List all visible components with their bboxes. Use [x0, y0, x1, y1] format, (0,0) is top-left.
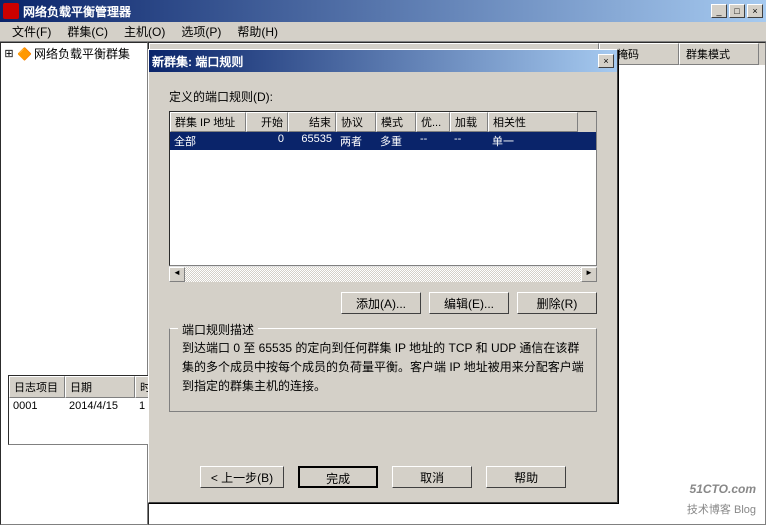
tree-expand-icon[interactable]: ⊞	[3, 47, 15, 60]
back-button[interactable]: < 上一步(B)	[200, 466, 284, 488]
rules-grid: 群集 IP 地址 开始 结束 协议 模式 优... 加载 相关性 全部 0 65…	[169, 111, 597, 266]
remove-button[interactable]: 删除(R)	[517, 292, 597, 314]
gc-load: --	[450, 132, 488, 150]
grid-scrollbar[interactable]: ◄ ►	[169, 266, 597, 282]
gh-start[interactable]: 开始	[246, 112, 288, 132]
gc-mode: 多重	[376, 132, 416, 150]
rules-label: 定义的端口规则(D):	[169, 88, 597, 105]
scroll-right-icon[interactable]: ►	[581, 267, 597, 282]
cancel-button[interactable]: 取消	[392, 466, 472, 488]
gh-priority[interactable]: 优...	[416, 112, 450, 132]
log-cell-date: 2014/4/15	[65, 398, 135, 414]
menu-cluster[interactable]: 群集(C)	[59, 21, 116, 42]
gc-affinity: 单一	[488, 132, 578, 150]
main-titlebar: 网络负载平衡管理器 _ □ ×	[0, 0, 766, 22]
close-button[interactable]: ×	[747, 4, 763, 18]
window-title: 网络负载平衡管理器	[23, 3, 711, 20]
log-col-id[interactable]: 日志项目	[9, 376, 65, 398]
menubar: 文件(F) 群集(C) 主机(O) 选项(P) 帮助(H)	[0, 22, 766, 42]
gc-end: 65535	[288, 132, 336, 150]
watermark-tag: 技术博客 Blog	[687, 504, 756, 516]
description-groupbox: 端口规则描述 到达端口 0 至 65535 的定向到任何群集 IP 地址的 TC…	[169, 328, 597, 412]
menu-host[interactable]: 主机(O)	[116, 21, 173, 42]
maximize-button[interactable]: □	[729, 4, 745, 18]
log-panel: 日志项目 日期 时 0001 2014/4/15 1	[8, 375, 156, 445]
edit-button[interactable]: 编辑(E)...	[429, 292, 509, 314]
col-cluster-mode[interactable]: 群集模式	[679, 43, 759, 65]
port-rules-dialog: 新群集: 端口规则 × 定义的端口规则(D): 群集 IP 地址 开始 结束 协…	[148, 49, 618, 503]
watermark: 51CTO.com 技术博客 Blog	[687, 477, 756, 517]
gh-affinity[interactable]: 相关性	[488, 112, 578, 132]
tree-root-label: 网络负载平衡群集	[34, 45, 130, 62]
groupbox-title: 端口规则描述	[178, 321, 258, 338]
gh-cluster-ip[interactable]: 群集 IP 地址	[170, 112, 246, 132]
watermark-site: 51CTO.com	[690, 482, 756, 496]
rule-row-selected[interactable]: 全部 0 65535 两者 多重 -- -- 单一	[170, 132, 596, 150]
window-buttons: _ □ ×	[711, 4, 763, 18]
gh-protocol[interactable]: 协议	[336, 112, 376, 132]
dialog-title: 新群集: 端口规则	[152, 53, 598, 70]
log-col-date[interactable]: 日期	[65, 376, 135, 398]
gh-mode[interactable]: 模式	[376, 112, 416, 132]
rule-description: 到达端口 0 至 65535 的定向到任何群集 IP 地址的 TCP 和 UDP…	[182, 339, 584, 397]
gh-load[interactable]: 加载	[450, 112, 488, 132]
gc-ip: 全部	[170, 132, 246, 150]
gc-priority: --	[416, 132, 450, 150]
gc-start: 0	[246, 132, 288, 150]
menu-help[interactable]: 帮助(H)	[229, 21, 286, 42]
minimize-button[interactable]: _	[711, 4, 727, 18]
tree-root[interactable]: ⊞ 🔶 网络负载平衡群集	[3, 45, 145, 62]
log-row[interactable]: 0001 2014/4/15 1	[9, 398, 155, 414]
add-button[interactable]: 添加(A)...	[341, 292, 421, 314]
dialog-close-button[interactable]: ×	[598, 54, 614, 68]
gh-end[interactable]: 结束	[288, 112, 336, 132]
log-cell-id: 0001	[9, 398, 65, 414]
scroll-left-icon[interactable]: ◄	[169, 267, 185, 282]
gc-protocol: 两者	[336, 132, 376, 150]
scroll-track[interactable]	[185, 267, 581, 282]
tree-panel: ⊞ 🔶 网络负载平衡群集	[0, 42, 148, 525]
menu-file[interactable]: 文件(F)	[4, 21, 59, 42]
app-icon	[3, 3, 19, 19]
finish-button[interactable]: 完成	[298, 466, 378, 488]
menu-options[interactable]: 选项(P)	[173, 21, 229, 42]
help-button[interactable]: 帮助	[486, 466, 566, 488]
cluster-icon: 🔶	[17, 47, 32, 61]
